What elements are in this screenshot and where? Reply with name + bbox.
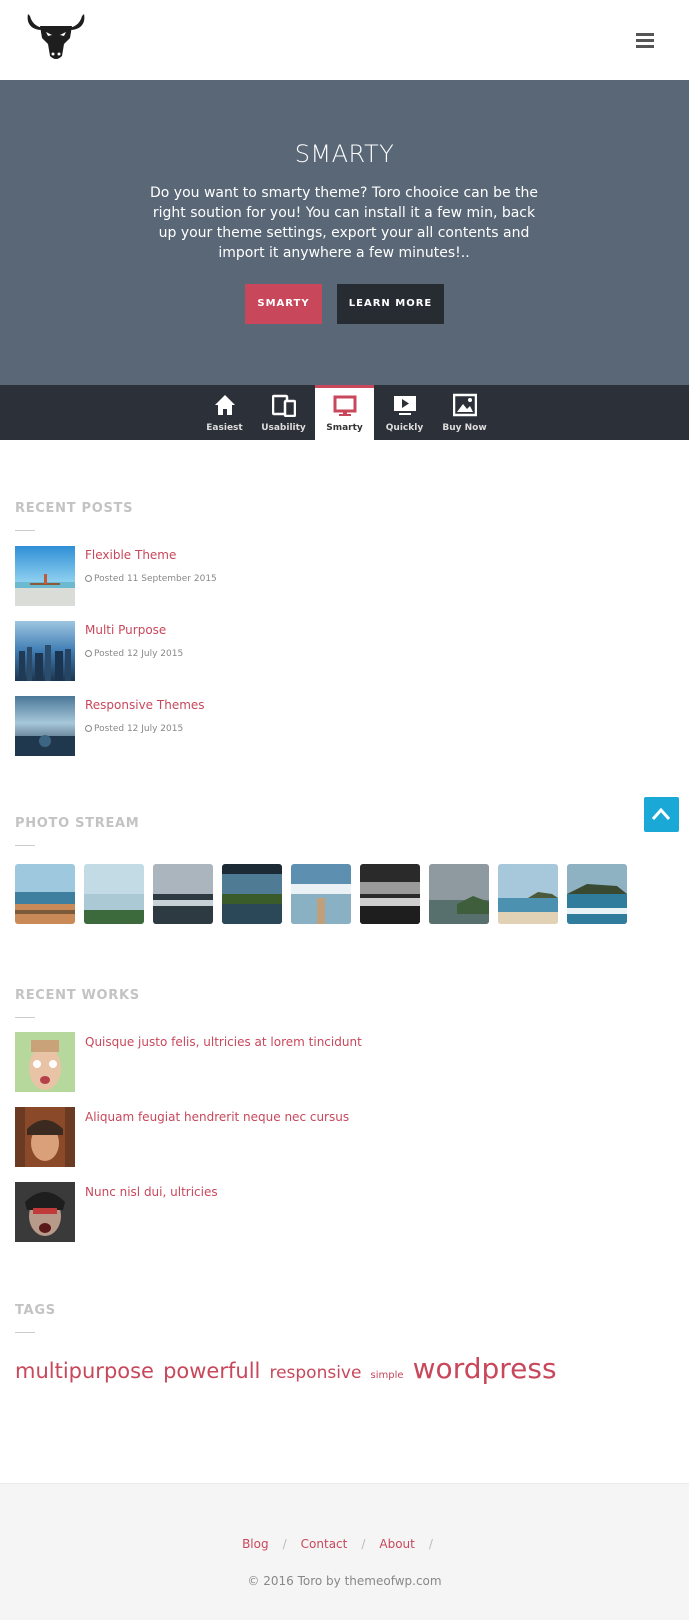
section-divider bbox=[15, 845, 35, 846]
menu-icon[interactable] bbox=[636, 33, 654, 49]
photo-thumbnail[interactable] bbox=[291, 864, 351, 924]
tag-link[interactable]: responsive bbox=[269, 1363, 361, 1383]
photo-thumbnail[interactable] bbox=[567, 864, 627, 924]
learn-more-button[interactable]: LEARN MORE bbox=[337, 284, 444, 324]
tab-label: Usability bbox=[261, 423, 306, 433]
clock-icon bbox=[85, 650, 92, 657]
site-footer: Blog / Contact / About / © 2016 Toro by theme… bbox=[0, 1483, 689, 1620]
work-title-link[interactable]: Aliquam feugiat hendrerit neque nec curs… bbox=[85, 1110, 349, 1124]
tab-label: Quickly bbox=[385, 423, 424, 433]
photo-thumbnail[interactable] bbox=[153, 864, 213, 924]
image-icon bbox=[453, 393, 477, 417]
section-divider bbox=[15, 530, 35, 531]
tag-link[interactable]: wordpress bbox=[413, 1352, 557, 1385]
section-divider bbox=[15, 1017, 35, 1018]
post-date: Posted 12 July 2015 bbox=[85, 724, 183, 734]
desktop-icon bbox=[333, 395, 357, 416]
tab-label: Easiest bbox=[206, 423, 243, 433]
footer-link-blog[interactable]: Blog bbox=[242, 1537, 269, 1551]
post-date: Posted 11 September 2015 bbox=[85, 574, 217, 584]
work-thumbnail[interactable] bbox=[15, 1032, 75, 1092]
work-thumbnail[interactable] bbox=[15, 1182, 75, 1242]
footer-separator: / bbox=[428, 1537, 433, 1551]
post-title-link[interactable]: Responsive Themes bbox=[85, 698, 205, 712]
tag-link[interactable]: powerfull bbox=[163, 1359, 260, 1383]
tab-quickly[interactable]: Quickly bbox=[375, 385, 434, 440]
photo-thumbnail[interactable] bbox=[429, 864, 489, 924]
tab-usability[interactable]: Usability bbox=[254, 385, 313, 440]
post-thumbnail[interactable] bbox=[15, 621, 75, 681]
footer-nav: Blog / Contact / About / bbox=[0, 1537, 689, 1551]
footer-link-contact[interactable]: Contact bbox=[301, 1537, 348, 1551]
site-header bbox=[0, 0, 689, 80]
tag-link[interactable]: multipurpose bbox=[15, 1359, 154, 1383]
bull-logo-icon[interactable] bbox=[24, 8, 88, 66]
devices-icon bbox=[272, 394, 296, 417]
post-thumbnail[interactable] bbox=[15, 696, 75, 756]
photo-thumbnail[interactable] bbox=[360, 864, 420, 924]
tab-buy-now[interactable]: Buy Now bbox=[435, 385, 494, 440]
scroll-to-top-button[interactable] bbox=[644, 797, 679, 832]
tab-easiest[interactable]: Easiest bbox=[195, 385, 254, 440]
tag-link[interactable]: simple bbox=[371, 1370, 404, 1381]
photo-thumbnail[interactable] bbox=[15, 864, 75, 924]
footer-link-about[interactable]: About bbox=[379, 1537, 414, 1551]
tags-heading: TAGS bbox=[15, 1303, 56, 1318]
post-thumbnail[interactable] bbox=[15, 546, 75, 606]
recent-works-heading: RECENT WORKS bbox=[15, 988, 140, 1003]
tab-smarty[interactable]: Smarty bbox=[315, 385, 374, 440]
play-icon bbox=[394, 396, 416, 415]
post-date: Posted 12 July 2015 bbox=[85, 649, 183, 659]
footer-separator: / bbox=[282, 1537, 287, 1551]
section-divider bbox=[15, 1332, 35, 1333]
clock-icon bbox=[85, 575, 92, 582]
smarty-button[interactable]: SMARTY bbox=[245, 284, 322, 324]
footer-separator: / bbox=[361, 1537, 366, 1551]
photo-thumbnail[interactable] bbox=[84, 864, 144, 924]
hero-title: SMARTY bbox=[294, 140, 395, 168]
tag-cloud: multipurpose powerfull responsive simple… bbox=[15, 1352, 675, 1385]
post-title-link[interactable]: Flexible Theme bbox=[85, 548, 176, 562]
recent-posts-heading: RECENT POSTS bbox=[15, 501, 134, 516]
home-icon bbox=[215, 395, 235, 415]
hero-text: Do you want to smarty theme? Toro chooic… bbox=[150, 185, 538, 261]
post-title-link[interactable]: Multi Purpose bbox=[85, 623, 166, 637]
tab-label: Smarty bbox=[326, 423, 363, 433]
hero-section: SMARTY Do you want to smarty theme? Toro… bbox=[0, 80, 689, 385]
photo-thumbnail[interactable] bbox=[222, 864, 282, 924]
clock-icon bbox=[85, 725, 92, 732]
photo-thumbnail[interactable] bbox=[498, 864, 558, 924]
copyright-text: © 2016 Toro by themeofwp.com bbox=[247, 1574, 442, 1588]
feature-tabs: Easiest Usability Smarty Quickly Buy Now bbox=[0, 385, 689, 440]
work-title-link[interactable]: Quisque justo felis, ultricies at lorem … bbox=[85, 1035, 362, 1049]
work-thumbnail[interactable] bbox=[15, 1107, 75, 1167]
chevron-up-icon bbox=[651, 807, 671, 820]
photo-stream-heading: PHOTO STREAM bbox=[15, 816, 140, 831]
work-title-link[interactable]: Nunc nisl dui, ultricies bbox=[85, 1185, 218, 1199]
tab-label: Buy Now bbox=[442, 423, 487, 433]
